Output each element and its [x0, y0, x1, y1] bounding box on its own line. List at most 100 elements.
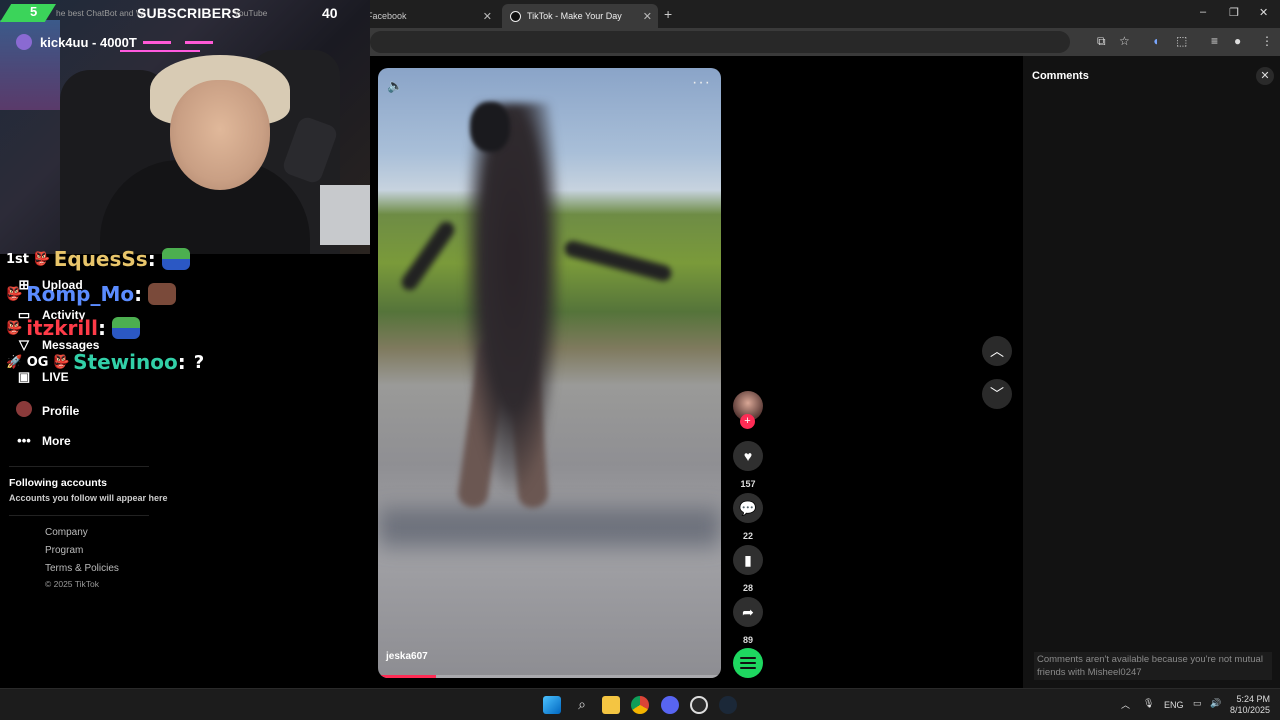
video-figure-body	[463, 103, 563, 493]
browser-menu-icon[interactable]: ⋮	[1261, 34, 1273, 48]
sidebar-item-profile[interactable]: Profile	[14, 401, 79, 420]
following-empty-text: Accounts you follow will appear here	[9, 493, 168, 503]
subscriber-goal-bar: 5 he best ChatBot and Wi SUBSCRIBERS You…	[0, 0, 370, 24]
webcam-person-face	[170, 80, 270, 190]
bookmark-star-icon[interactable]: ☆	[1119, 34, 1130, 48]
comment-count: 22	[742, 531, 753, 541]
chat-badges: 👺	[6, 286, 23, 302]
footer-link-terms[interactable]: Terms & Policies	[45, 563, 119, 574]
share-arrow-icon[interactable]: ➦	[733, 597, 763, 627]
video-progress-fill	[378, 675, 437, 678]
spotify-icon[interactable]	[733, 648, 763, 678]
chat-username: EquesSs	[53, 247, 148, 271]
latest-event: kick4uu - 4000 T	[16, 34, 213, 50]
steam-icon[interactable]	[719, 696, 737, 714]
tray-chevron-up-icon[interactable]: ︿	[1121, 698, 1130, 711]
screen: Facebook ✕ TikTok - Make Your Day ✕ + – …	[0, 0, 1280, 720]
tab-close-icon[interactable]: ✕	[643, 10, 652, 23]
video-figure-arm	[398, 218, 458, 294]
neon-bar	[142, 40, 171, 44]
sidebar-item-label: Profile	[42, 403, 80, 418]
chat-badges: 🚀 OG 👺	[6, 354, 70, 370]
latest-event-text: kick4uu - 4000	[40, 34, 129, 50]
address-bar[interactable]	[370, 31, 1070, 53]
chat-badges: 👺	[6, 320, 23, 336]
tiktok-favicon-icon	[510, 10, 521, 22]
install-app-icon[interactable]: ⧉	[1097, 34, 1106, 49]
like-action[interactable]: ♥ 157	[733, 441, 763, 489]
chrome-icon[interactable]	[631, 696, 649, 714]
tab-tiktok[interactable]: TikTok - Make Your Day ✕	[502, 4, 658, 28]
previous-video-button[interactable]: ︿	[982, 336, 1012, 366]
language-indicator[interactable]: ENG	[1164, 700, 1184, 710]
pepe-emote-icon	[111, 317, 140, 339]
chevron-down-icon: ﹀	[990, 386, 1004, 402]
close-comments-button[interactable]: ✕	[1256, 67, 1274, 85]
next-video-button[interactable]: ﹀	[982, 379, 1012, 409]
new-tab-button[interactable]: +	[664, 6, 672, 22]
comment-action[interactable]: 💬 22	[733, 493, 763, 541]
maximize-button[interactable]: ❐	[1229, 6, 1239, 19]
comments-title: Comments	[1032, 70, 1089, 82]
obs-icon[interactable]	[690, 696, 708, 714]
more-dots-icon: •••	[17, 433, 31, 448]
sidebar-item-more[interactable]: ••• More	[14, 433, 71, 448]
network-icon[interactable]: ▭	[1193, 698, 1202, 709]
profile-avatar-icon[interactable]: ●	[1234, 34, 1241, 48]
volume-icon[interactable]: 🔊	[1210, 698, 1221, 709]
close-icon: ✕	[1260, 70, 1270, 82]
sidebar-divider	[9, 466, 149, 467]
comment-bubble-icon[interactable]: 💬	[733, 493, 763, 523]
close-window-button[interactable]: ✕	[1259, 6, 1268, 19]
video-username[interactable]: jeska607	[386, 651, 428, 662]
follow-plus-icon[interactable]: +	[740, 414, 755, 429]
chevron-up-icon: ︿	[990, 343, 1004, 359]
chat-colon: :	[177, 350, 186, 374]
chat-message: 👺 Romp_Mo:	[6, 282, 177, 306]
heart-icon[interactable]: ♥	[733, 441, 763, 471]
clock-time: 5:24 PM	[1236, 694, 1270, 704]
save-action[interactable]: ▮ 28	[733, 545, 763, 593]
file-explorer-icon[interactable]	[602, 696, 620, 714]
footer-link-program[interactable]: Program	[45, 545, 83, 556]
tab-tiktok-title: TikTok - Make Your Day	[527, 11, 622, 21]
video-frame-shadow	[378, 508, 721, 548]
clock[interactable]: 5:24 PM 8/10/2025	[1228, 694, 1270, 716]
more-options-icon[interactable]: ···	[692, 74, 711, 92]
sidebar-divider	[9, 515, 149, 516]
chat-message: 1st 👺 EquesSs:	[6, 247, 190, 271]
microphone-icon[interactable]: 🎙	[1143, 698, 1154, 709]
ghost-tab-youtube: YouTube	[234, 8, 268, 18]
tab-close-icon[interactable]: ✕	[483, 10, 492, 23]
video-figure-head	[470, 102, 510, 152]
windows-start-icon[interactable]	[543, 696, 561, 714]
neon-bar	[184, 40, 213, 44]
media-controls-icon[interactable]: ≡	[1211, 34, 1218, 48]
video-progress-bar[interactable]	[378, 675, 721, 678]
comments-unavailable-note: Comments aren't available because you're…	[1034, 652, 1272, 680]
discord-icon[interactable]	[661, 696, 679, 714]
chat-message: 👺 itzkrill:	[6, 316, 140, 340]
chat-username: itzkrill	[26, 316, 98, 340]
ghost-tab-text: he best ChatBot and Wi	[56, 8, 146, 18]
clock-date: 8/10/2025	[1229, 705, 1270, 715]
extension-audio-icon[interactable]: ◖	[1152, 34, 1159, 48]
webcam-printer	[320, 185, 370, 245]
video-figure-arm	[562, 239, 674, 283]
sidebar-item-label: More	[42, 433, 71, 448]
chat-colon: :	[147, 247, 156, 271]
windows-taskbar: ⌕ ︿ 🎙 ENG ▭ 🔊 5:24 PM 8/10/2025	[0, 688, 1280, 720]
chat-message: 🚀 OG 👺 Stewinoo: ?	[6, 350, 204, 374]
share-action[interactable]: ➦ 89	[733, 597, 763, 645]
search-icon[interactable]: ⌕	[573, 696, 591, 714]
footer-link-company[interactable]: Company	[45, 527, 88, 538]
face-emote-icon	[148, 283, 177, 305]
video-player[interactable]: 🔈 ··· jeska607	[378, 68, 721, 678]
volume-icon[interactable]: 🔈	[387, 78, 403, 94]
save-count: 28	[742, 583, 753, 593]
sub-count: 5	[30, 4, 38, 19]
share-count: 89	[742, 635, 753, 645]
extensions-puzzle-icon[interactable]: ⬚	[1176, 34, 1187, 48]
minimize-button[interactable]: –	[1200, 6, 1206, 18]
bookmark-icon[interactable]: ▮	[733, 545, 763, 575]
